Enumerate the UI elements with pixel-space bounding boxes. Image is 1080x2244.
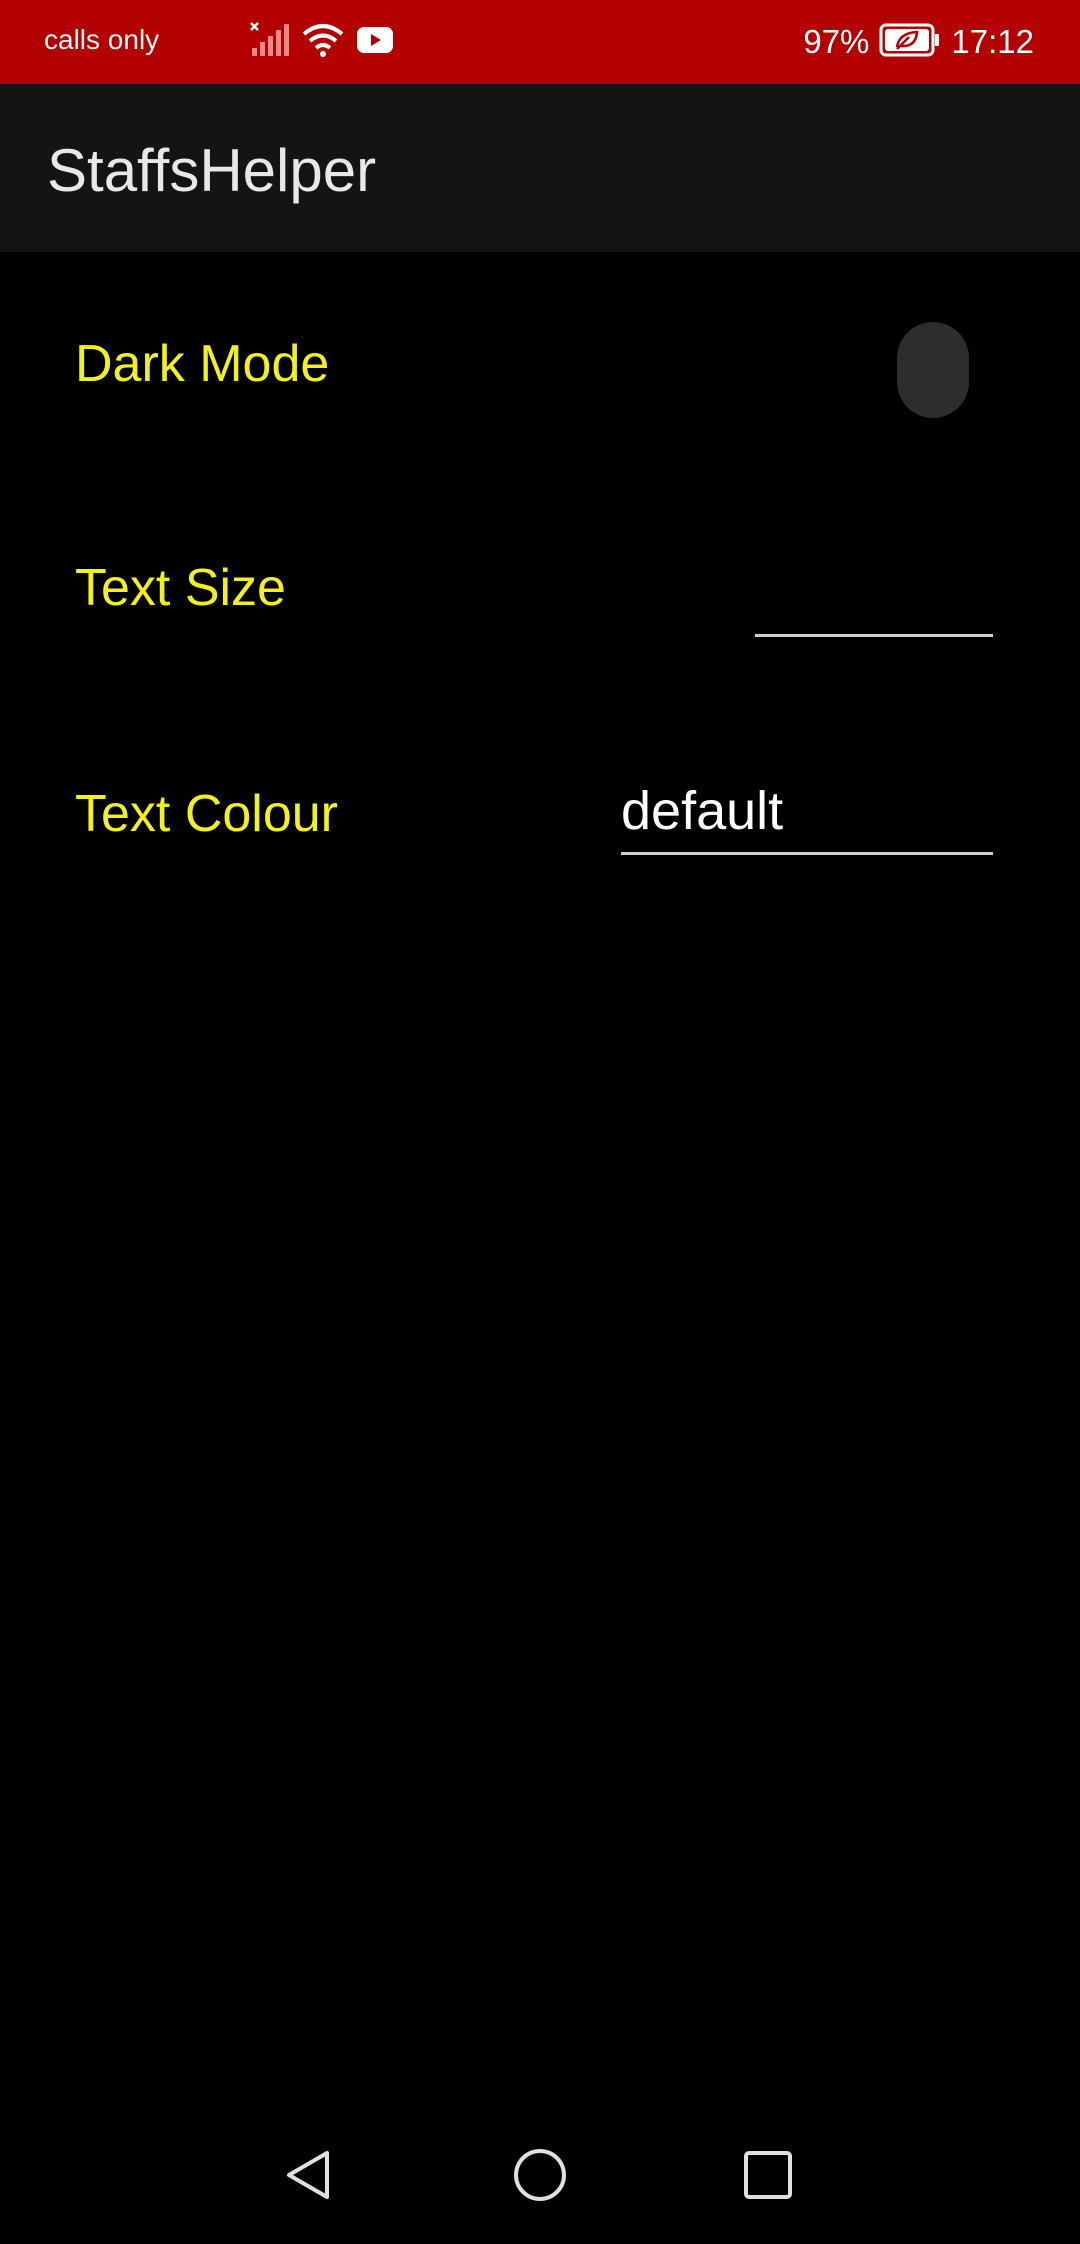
text-size-label: Text Size <box>75 559 286 617</box>
back-button[interactable] <box>274 2142 344 2212</box>
app-title: StaffsHelper <box>47 137 377 204</box>
battery-saver-icon <box>879 23 941 62</box>
dark-mode-toggle[interactable] <box>897 322 969 418</box>
recents-button[interactable] <box>733 2142 803 2212</box>
home-icon <box>512 2147 568 2208</box>
signal-off-icon <box>250 21 290 63</box>
settings-screen: calls only 97% 17:12 StaffsHelper Dark M… <box>0 0 1080 2244</box>
status-bar: calls only 97% 17:12 <box>0 0 1080 84</box>
youtube-icon <box>356 26 394 59</box>
recents-icon <box>740 2147 796 2208</box>
text-size-input[interactable] <box>755 560 993 637</box>
clock: 17:12 <box>951 23 1034 60</box>
home-button[interactable] <box>505 2142 575 2212</box>
status-icons <box>250 21 394 63</box>
text-colour-label: Text Colour <box>75 785 338 843</box>
status-right: 97% 17:12 <box>803 20 1034 64</box>
battery-percent: 97% <box>803 23 870 60</box>
text-colour-input[interactable] <box>621 770 993 855</box>
dark-mode-label: Dark Mode <box>75 335 330 393</box>
wifi-icon <box>302 22 344 63</box>
carrier-text: calls only <box>44 24 160 55</box>
back-icon <box>281 2147 337 2208</box>
app-bar: StaffsHelper <box>0 84 1080 252</box>
navigation-bar <box>0 2110 1080 2244</box>
